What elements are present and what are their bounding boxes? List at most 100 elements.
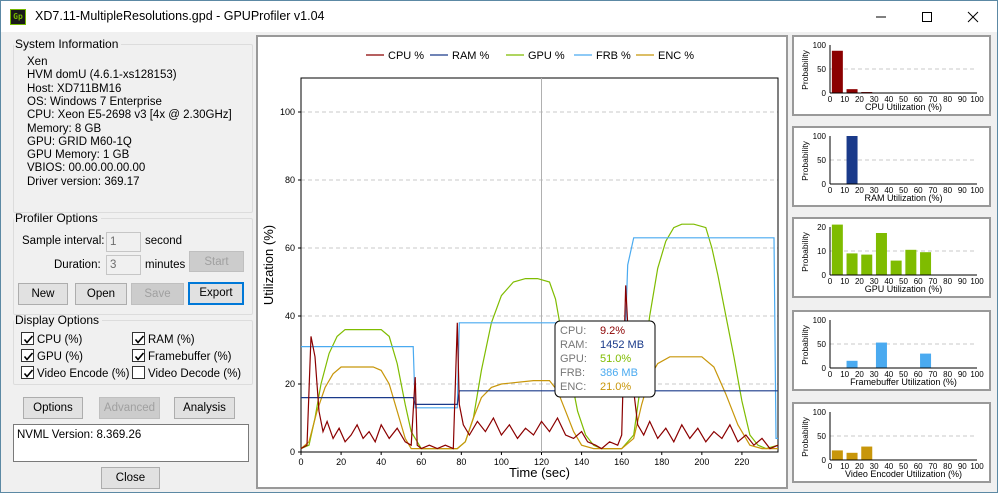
- sample-interval-label: Sample interval:: [22, 235, 105, 247]
- hist-bar: [846, 253, 858, 275]
- checkbox-checked-icon: [21, 332, 34, 345]
- analysis-button[interactable]: Analysis: [174, 397, 235, 419]
- x-axis-label: Time (sec): [509, 465, 570, 480]
- y-axis-label: Utilization (%): [261, 225, 276, 305]
- hist-bar: [831, 50, 843, 93]
- hist-y-label: Probability: [800, 324, 810, 364]
- hist-y-tick-label: 0: [822, 180, 827, 189]
- export-button[interactable]: Export: [188, 282, 244, 305]
- duration-unit: minutes: [145, 259, 186, 271]
- system-info-line: OS: Windows 7 Enterprise: [27, 95, 162, 108]
- hist-x-tick-label: 20: [855, 95, 864, 104]
- open-button[interactable]: Open: [75, 283, 127, 305]
- analysis-button-label: Analysis: [183, 402, 226, 414]
- system-info-line: Xen: [27, 56, 48, 68]
- hist-bar: [846, 360, 858, 368]
- legend-label-2: GPU %: [528, 50, 565, 62]
- system-info-line: VBIOS: 00.00.00.00.00: [27, 162, 146, 175]
- x-tick-label: 200: [694, 457, 709, 467]
- hist-y-tick-label: 10: [817, 247, 826, 256]
- hist-y-label: Probability: [800, 231, 810, 271]
- checkbox-label-video-decode: Video Decode (%): [148, 368, 242, 380]
- checkbox-label-framebuffer: Framebuffer (%): [148, 351, 232, 363]
- hist-bar: [920, 353, 932, 368]
- checkbox-framebuffer[interactable]: Framebuffer (%): [132, 349, 232, 363]
- checkbox-label-ram: RAM (%): [148, 334, 195, 346]
- tooltip-label: GPU:: [560, 353, 587, 365]
- encoder-histogram-panel: 0 50 100 0 10 20 30 40 50 60 70 80 90 100 Video Encode…: [792, 402, 991, 483]
- hist-bar: [846, 452, 858, 460]
- ram-histogram: 0501000 10 20 30 40 50 60 70 80 90 100RAM Utilizat…: [800, 132, 984, 203]
- utilization-chart[interactable]: CPU % RAM % GPU % FRB % ENC % 0 20 40 60 80 100 0 20…: [258, 37, 786, 487]
- sample-interval-input[interactable]: 1: [106, 232, 141, 252]
- hist-y-tick-label: 50: [817, 340, 826, 349]
- tooltip-value: 1452 MB: [600, 339, 644, 351]
- options-button[interactable]: Options: [23, 397, 83, 419]
- save-button[interactable]: Save: [131, 283, 184, 305]
- checkbox-video-encode[interactable]: Video Encode (%): [21, 366, 129, 380]
- tooltip-value: 21.0%: [600, 381, 631, 393]
- maximize-button[interactable]: [904, 1, 950, 32]
- hist-x-tick-label: 80: [943, 95, 952, 104]
- hist-y-tick-label: 100: [813, 316, 827, 325]
- hist-x-tick-label: 0: [828, 277, 833, 286]
- tooltip-value: 51.0%: [600, 353, 631, 365]
- checkbox-cpu[interactable]: CPU (%): [21, 332, 82, 346]
- utilization-chart-panel: CPU % RAM % GPU % FRB % ENC % 0 20 40 60 80 100 0 20…: [256, 35, 788, 489]
- advanced-button[interactable]: Advanced: [99, 397, 160, 419]
- y-tick-label: 60: [285, 243, 295, 253]
- hist-x-label: Video Encoder Utilization (%): [845, 469, 962, 479]
- profiler-options-legend: Profiler Options: [15, 211, 98, 225]
- checkbox-ram[interactable]: RAM (%): [132, 332, 195, 346]
- minimize-button[interactable]: [858, 1, 904, 32]
- hist-x-label: Framebuffer Utilization (%): [850, 377, 957, 387]
- hist-y-label: Probability: [800, 140, 810, 180]
- app-icon: Gp: [10, 9, 26, 25]
- options-button-label: Options: [33, 402, 73, 414]
- close-button[interactable]: Close: [101, 467, 160, 489]
- system-info-line: Host: XD711BM16: [27, 82, 122, 95]
- legend-label-0: CPU %: [388, 50, 424, 62]
- hist-x-label: CPU Utilization (%): [865, 102, 942, 112]
- series-line-enc: [300, 356, 778, 450]
- checkbox-label-gpu: GPU (%): [37, 351, 83, 363]
- hist-x-tick-label: 0: [828, 462, 833, 471]
- hist-x-tick-label: 10: [840, 277, 849, 286]
- checkbox-gpu[interactable]: GPU (%): [21, 349, 83, 363]
- hist-bar: [861, 446, 873, 460]
- hist-y-tick-label: 100: [813, 41, 827, 50]
- checkbox-video-decode[interactable]: Video Decode (%): [132, 366, 241, 380]
- hist-x-tick-label: 80: [943, 186, 952, 195]
- ram-histogram-panel: 0 50 100 0 10 20 30 40 50 60 70 80 90 100 RAM Utilizat…: [792, 126, 991, 207]
- hist-y-tick-label: 0: [822, 271, 827, 280]
- gpu-histogram: 010200 10 20 30 40 50 60 70 80 90 100GPU Utilizati…: [800, 223, 984, 294]
- system-info-line: Memory: 8 GB: [27, 122, 102, 135]
- sample-interval-unit: second: [145, 235, 183, 247]
- duration-input[interactable]: 3: [106, 255, 141, 275]
- checkbox-checked-icon: [132, 349, 145, 362]
- legend-label-4: ENC %: [658, 50, 694, 62]
- hist-y-tick-label: 0: [822, 89, 827, 98]
- save-button-label: Save: [144, 288, 171, 300]
- tooltip-label: FRB:: [560, 367, 585, 379]
- hist-x-tick-label: 100: [970, 186, 984, 195]
- hist-bar: [875, 342, 887, 368]
- maximize-icon: [922, 12, 932, 22]
- x-tick-label: 100: [494, 457, 509, 467]
- hist-bar: [831, 224, 843, 275]
- hist-bar: [861, 254, 873, 275]
- hist-y-label: Probability: [800, 416, 810, 456]
- hist-bar: [890, 260, 902, 275]
- duration-label: Duration:: [54, 259, 101, 271]
- new-button[interactable]: New: [18, 283, 68, 305]
- hist-x-label: GPU Utilization (%): [865, 284, 943, 294]
- start-button[interactable]: Start: [189, 251, 244, 272]
- hist-x-tick-label: 0: [828, 95, 833, 104]
- hist-x-tick-label: 20: [855, 277, 864, 286]
- title-bar[interactable]: Gp XD7.11-MultipleResolutions.gpd - GPUP…: [1, 1, 997, 32]
- close-window-button[interactable]: [950, 1, 996, 32]
- hist-y-tick-label: 100: [813, 408, 827, 417]
- tooltip-value: 386 MB: [600, 367, 638, 379]
- hist-y-tick-label: 20: [817, 223, 826, 232]
- hist-bar: [846, 89, 858, 93]
